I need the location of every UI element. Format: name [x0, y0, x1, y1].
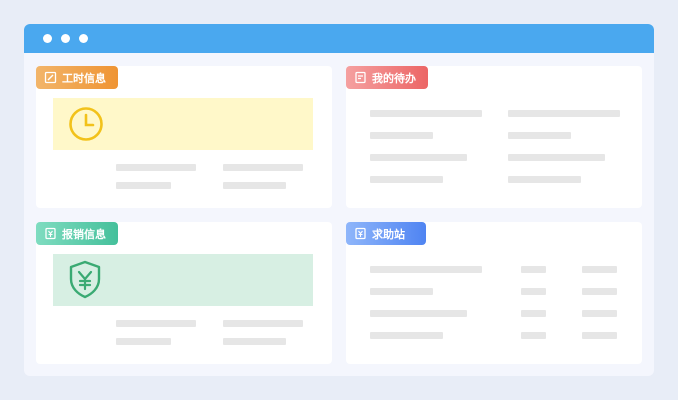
placeholder-line	[223, 164, 303, 171]
placeholder-line	[521, 266, 546, 273]
yuan-shield-icon	[68, 260, 102, 304]
placeholder-line	[582, 266, 617, 273]
placeholder-line	[582, 310, 617, 317]
card-todo[interactable]: 我的待办	[346, 66, 642, 208]
app-window: 工时信息 我的待办 报销信息 求助站	[24, 24, 654, 376]
title-bar	[24, 24, 654, 53]
placeholder-line	[223, 182, 286, 189]
placeholder-line	[116, 182, 171, 189]
placeholder-line	[521, 288, 546, 295]
placeholder-line	[116, 164, 196, 171]
placeholder-line	[508, 176, 581, 183]
window-dot[interactable]	[61, 34, 70, 43]
placeholder-line	[521, 332, 546, 339]
tag-help[interactable]: 求助站	[346, 222, 426, 245]
card-title: 报销信息	[62, 227, 106, 241]
placeholder-line	[223, 338, 286, 345]
placeholder-line	[223, 320, 303, 327]
placeholder-line	[370, 288, 433, 295]
window-dot[interactable]	[79, 34, 88, 43]
placeholder-line	[582, 288, 617, 295]
card-title: 工时信息	[62, 71, 106, 85]
placeholder-line	[582, 332, 617, 339]
card-title: 我的待办	[372, 71, 416, 85]
placeholder-line	[116, 320, 196, 327]
card-title: 求助站	[372, 227, 405, 241]
note-icon	[354, 71, 367, 84]
placeholder-line	[370, 110, 482, 117]
banner-reimbursement	[53, 254, 313, 306]
placeholder-line	[370, 266, 482, 273]
card-reimbursement[interactable]: 报销信息	[36, 222, 332, 364]
banner-work-hours	[53, 98, 313, 150]
placeholder-line	[521, 310, 546, 317]
edit-icon	[44, 71, 57, 84]
placeholder-line	[508, 154, 605, 161]
card-work-hours[interactable]: 工时信息	[36, 66, 332, 208]
placeholder-line	[508, 110, 620, 117]
placeholder-line	[370, 154, 467, 161]
tag-reimbursement[interactable]: 报销信息	[36, 222, 118, 245]
window-dot[interactable]	[43, 34, 52, 43]
receipt-icon	[354, 227, 367, 240]
tag-work-hours[interactable]: 工时信息	[36, 66, 118, 89]
tag-todo[interactable]: 我的待办	[346, 66, 428, 89]
receipt-icon	[44, 227, 57, 240]
clock-icon	[68, 106, 104, 146]
placeholder-line	[370, 310, 467, 317]
card-help[interactable]: 求助站	[346, 222, 642, 364]
placeholder-line	[116, 338, 171, 345]
placeholder-line	[370, 176, 443, 183]
placeholder-line	[370, 332, 443, 339]
placeholder-line	[508, 132, 571, 139]
placeholder-line	[370, 132, 433, 139]
